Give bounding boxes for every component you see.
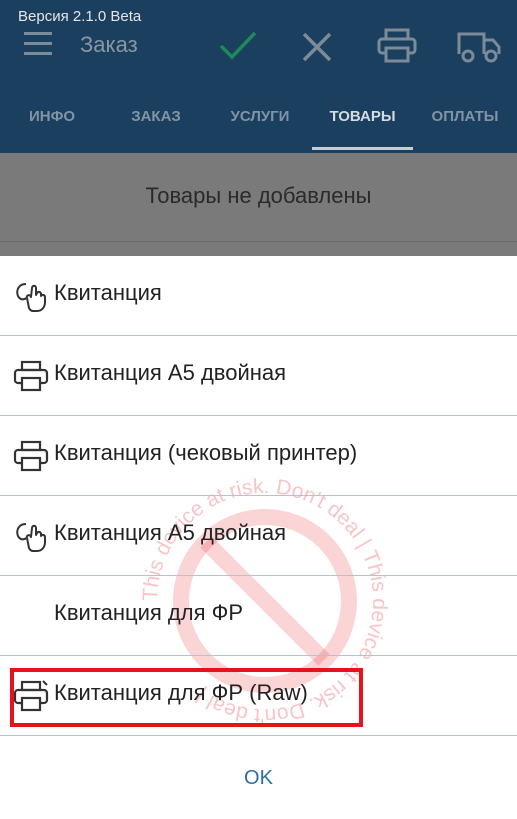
truck-icon[interactable] xyxy=(456,28,502,64)
hand-pointer-icon xyxy=(16,283,46,312)
dialog-item-receipt[interactable]: Квитанция xyxy=(0,256,517,336)
page-title: Заказ xyxy=(80,32,138,57)
empty-goods-message: Товары не добавлены xyxy=(145,183,372,208)
active-tab-indicator xyxy=(312,147,413,150)
dialog-item-receipt-thermal-printer[interactable]: Квитанция (чековый принтер) xyxy=(0,416,517,496)
tab-payments[interactable]: ОПЛАТЫ xyxy=(413,86,517,150)
dialog-item-label: Квитанция (чековый принтер) xyxy=(54,440,358,465)
print-form-dialog: This device at risk. Don't deal | This d… xyxy=(0,256,517,819)
tab-services[interactable]: УСЛУГИ xyxy=(208,86,312,150)
dialog-item-receipt-a5-double-screen[interactable]: Квитанция А5 двойная xyxy=(0,496,517,576)
printer-icon xyxy=(13,360,49,392)
check-icon[interactable] xyxy=(218,28,258,64)
dialog-item-label: Квитанция для ФР xyxy=(54,600,244,625)
ok-button[interactable]: OK xyxy=(200,756,317,800)
close-icon[interactable] xyxy=(300,28,334,64)
highlight-frame xyxy=(10,668,363,727)
tab-order[interactable]: ЗАКАЗ xyxy=(104,86,208,150)
toolbar: Заказ xyxy=(0,22,517,72)
dialog-item-receipt-fiscal[interactable]: Квитанция для ФР xyxy=(0,576,517,656)
dialog-item-label: Квитанция А5 двойная xyxy=(54,360,287,385)
printer-icon[interactable] xyxy=(376,28,418,64)
hand-pointer-icon xyxy=(16,523,46,552)
app-bar: Версия 2.1.0 Beta Заказ ИНФО ЗАКАЗ УСЛУГ… xyxy=(0,0,517,153)
tab-info[interactable]: ИНФО xyxy=(0,86,104,150)
tab-goods[interactable]: ТОВАРЫ xyxy=(312,86,413,150)
divider xyxy=(0,241,517,242)
dialog-item-receipt-a5-double[interactable]: Квитанция А5 двойная xyxy=(0,336,517,416)
dialog-item-label: Квитанция xyxy=(54,280,162,305)
dialog-item-label: Квитанция А5 двойная xyxy=(54,520,287,545)
goods-content: Товары не добавлены xyxy=(0,153,517,256)
menu-icon[interactable] xyxy=(24,32,52,60)
tab-bar: ИНФО ЗАКАЗ УСЛУГИ ТОВАРЫ ОПЛАТЫ xyxy=(0,86,517,153)
printer-icon xyxy=(13,440,49,472)
